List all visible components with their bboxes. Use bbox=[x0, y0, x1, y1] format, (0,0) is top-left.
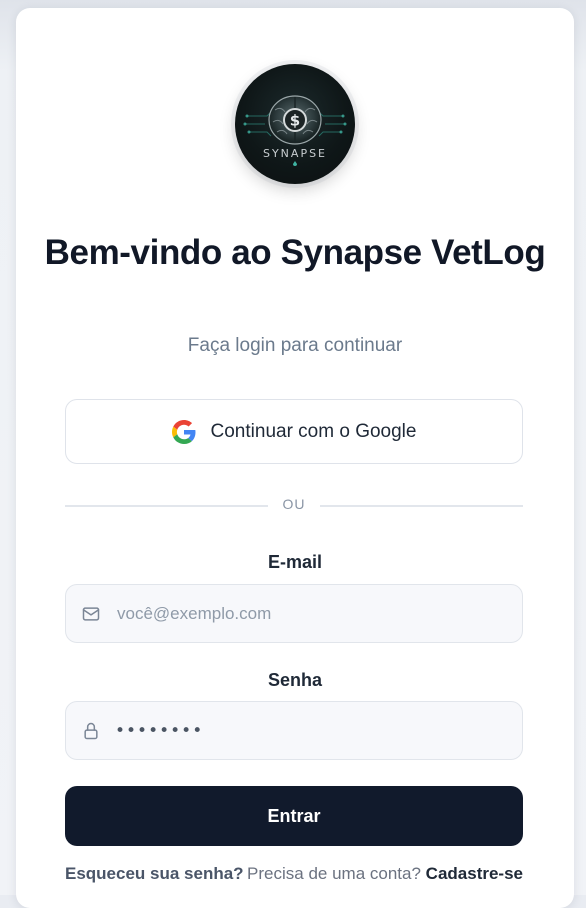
brand-logo: $ SYNAPSE bbox=[235, 64, 355, 184]
divider-text: OU bbox=[282, 496, 306, 512]
password-label: Senha bbox=[267, 670, 323, 690]
page-subtitle: Faça login para continuar bbox=[187, 335, 403, 356]
mail-icon bbox=[81, 604, 101, 624]
password-input[interactable]: •••••••• bbox=[115, 721, 203, 741]
password-field[interactable]: •••••••• bbox=[65, 701, 523, 760]
or-divider: OU bbox=[65, 496, 523, 516]
google-icon bbox=[171, 419, 196, 444]
signup-prompt: Precisa de uma conta? Cadastre-se bbox=[247, 864, 523, 884]
google-login-label: Continuar com o Google bbox=[210, 420, 417, 442]
page-title: Bem-vindo ao Synapse VetLog bbox=[44, 233, 546, 272]
forgot-password-link[interactable]: Esqueceu sua senha? bbox=[65, 864, 244, 884]
svg-text:$: $ bbox=[290, 112, 300, 130]
signup-link[interactable]: Cadastre-se bbox=[426, 864, 523, 883]
email-input[interactable] bbox=[115, 602, 499, 625]
login-card: $ SYNAPSE Bem-vindo ao Synapse VetLog Fa… bbox=[16, 8, 574, 908]
login-footer: Esqueceu sua senha? Precisa de uma conta… bbox=[65, 864, 523, 886]
logo-wordmark: SYNAPSE bbox=[262, 147, 328, 160]
email-label: E-mail bbox=[267, 552, 323, 572]
divider-line-right bbox=[320, 505, 523, 507]
google-login-button[interactable]: Continuar com o Google bbox=[65, 399, 523, 464]
lock-icon bbox=[81, 721, 101, 741]
signup-prompt-text: Precisa de uma conta? bbox=[247, 864, 421, 883]
login-submit-button[interactable]: Entrar bbox=[65, 786, 523, 846]
brain-dollar-icon: $ bbox=[243, 95, 347, 166]
email-field[interactable] bbox=[65, 584, 523, 643]
